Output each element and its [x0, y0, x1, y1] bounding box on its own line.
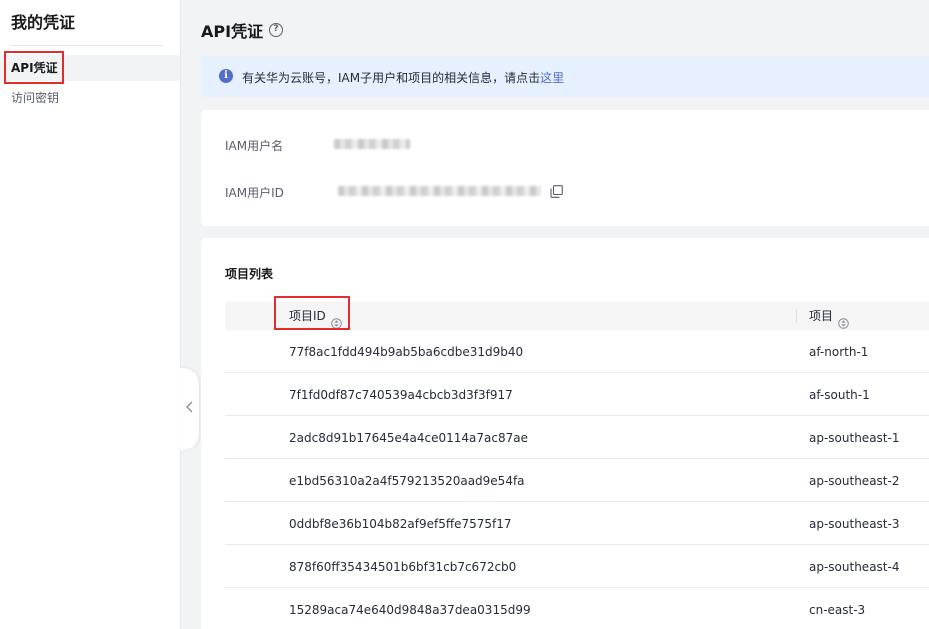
column-header-label: 项目ID [289, 309, 326, 323]
sidebar-item-access-keys[interactable]: 访问密钥 [0, 85, 180, 111]
column-divider [796, 309, 797, 323]
iam-username-label: IAM用户名 [225, 139, 284, 153]
sort-icon[interactable] [838, 311, 849, 329]
info-banner: i 有关华为云账号，IAM子用户和项目的相关信息，请点击这里 [201, 56, 929, 97]
cell-project-id: 878f60ff35434501b6bf31cb7c672cb0 [289, 560, 517, 574]
table-row: 77f8ac1fdd494b9ab5ba6cdbe31d9b40 af-nort… [225, 330, 929, 373]
column-header-project-id[interactable]: 项目ID [289, 302, 342, 330]
cell-project: ap-southeast-4 [809, 560, 900, 574]
table-row: e1bd56310a2a4f579213520aad9e54fa ap-sout… [225, 459, 929, 502]
cell-project-id: 15289aca74e640d9848a37dea0315d99 [289, 603, 531, 617]
sidebar: 我的凭证 API凭证 访问密钥 [0, 0, 181, 629]
table-row: 7f1fd0df87c740539a4cbcb3d3f3f917 af-sout… [225, 373, 929, 416]
cell-project: ap-southeast-3 [809, 517, 900, 531]
cell-project-id: e1bd56310a2a4f579213520aad9e54fa [289, 474, 525, 488]
column-header-label: 项目 [809, 309, 834, 323]
question-circle-icon[interactable]: ? [269, 23, 283, 37]
table-header: 项目ID 项目 [225, 302, 929, 330]
sidebar-title: 我的凭证 [11, 13, 76, 32]
column-header-project[interactable]: 项目 [809, 302, 849, 330]
info-text: 有关华为云账号，IAM子用户和项目的相关信息，请点击这里 [242, 69, 564, 86]
table-row: 15289aca74e640d9848a37dea0315d99 cn-east… [225, 588, 929, 629]
cell-project: ap-southeast-2 [809, 474, 900, 488]
sidebar-collapse-handle[interactable] [180, 368, 199, 450]
info-message: 有关华为云账号，IAM子用户和项目的相关信息，请点击 [242, 71, 541, 85]
cell-project: cn-east-3 [809, 603, 866, 617]
iam-userid-label: IAM用户ID [225, 186, 284, 200]
info-link[interactable]: 这里 [540, 71, 564, 85]
project-list-title: 项目列表 [225, 267, 274, 281]
iam-username-value-redacted [334, 139, 410, 149]
sidebar-divider [11, 45, 163, 46]
sidebar-item-api-credentials[interactable]: API凭证 [0, 55, 180, 81]
table-row: 2adc8d91b17645e4a4ce0114a7ac87ae ap-sout… [225, 416, 929, 459]
cell-project-id: 2adc8d91b17645e4a4ce0114a7ac87ae [289, 431, 528, 445]
iam-userid-value-redacted [338, 186, 541, 196]
iam-user-card: IAM用户名 IAM用户ID [201, 110, 929, 226]
table-row: 878f60ff35434501b6bf31cb7c672cb0 ap-sout… [225, 545, 929, 588]
cell-project: af-south-1 [809, 388, 870, 402]
copy-icon[interactable] [550, 185, 563, 198]
cell-project-id: 0ddbf8e36b104b82af9ef5ffe7575f17 [289, 517, 512, 531]
cell-project: ap-southeast-1 [809, 431, 900, 445]
sort-icon[interactable] [330, 311, 342, 329]
cell-project: af-north-1 [809, 345, 869, 359]
cell-project-id: 77f8ac1fdd494b9ab5ba6cdbe31d9b40 [289, 345, 524, 359]
table-row: 0ddbf8e36b104b82af9ef5ffe7575f17 ap-sout… [225, 502, 929, 545]
project-list-card: 项目列表 项目ID 项目 77f8ac1fdd494b9ab5ba6cdbe31… [201, 238, 929, 629]
cell-project-id: 7f1fd0df87c740539a4cbcb3d3f3f917 [289, 388, 513, 402]
chevron-left-icon [185, 401, 194, 417]
info-icon: i [219, 69, 233, 83]
page-title: API凭证 [201, 22, 264, 41]
